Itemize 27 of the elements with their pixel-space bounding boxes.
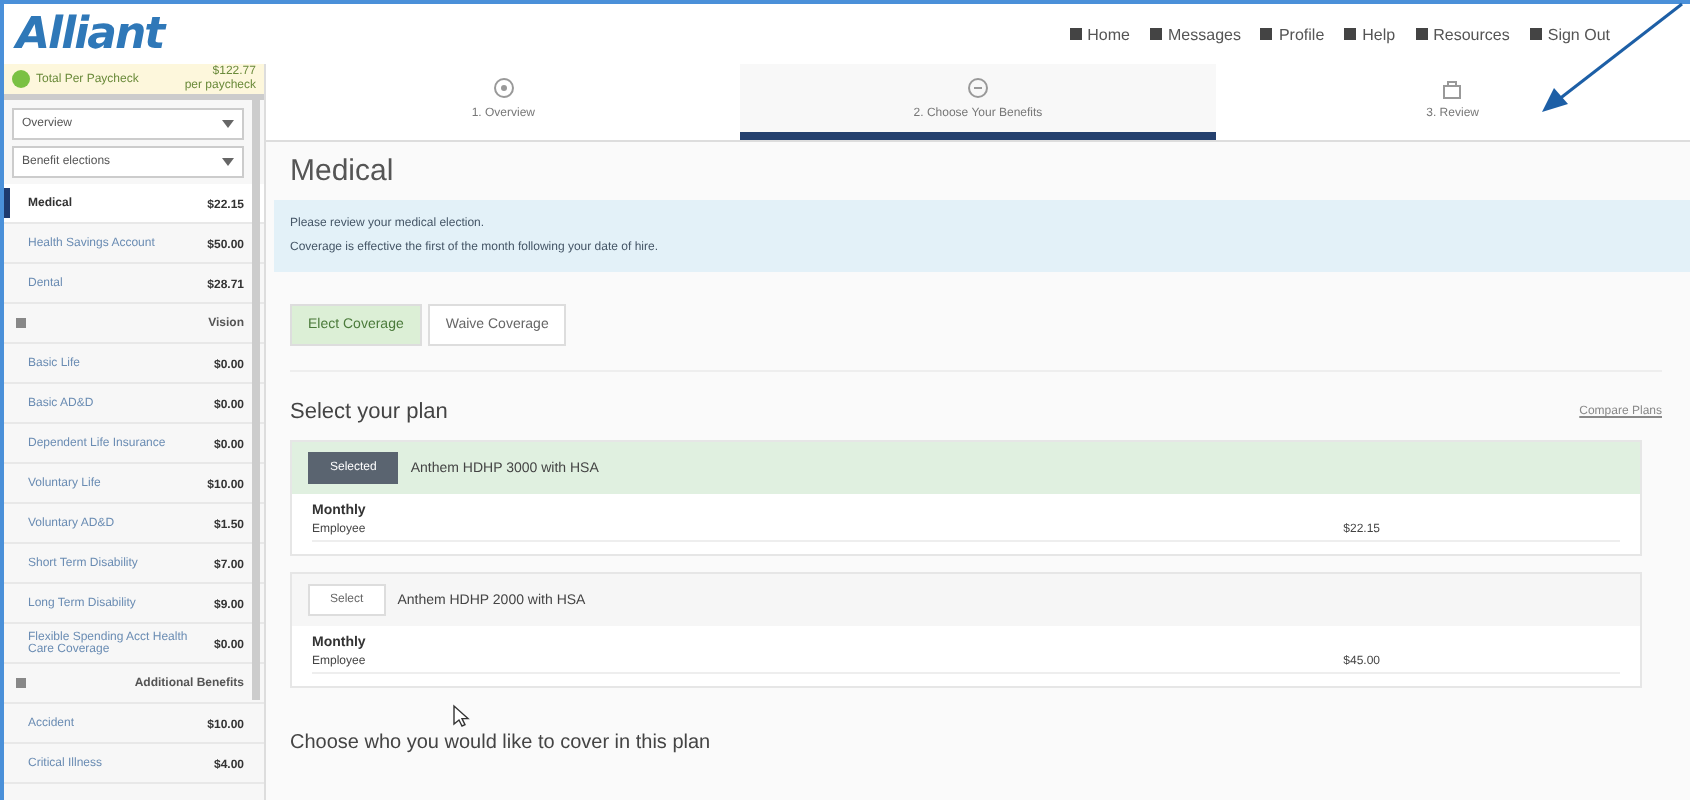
cursor-icon	[450, 704, 470, 728]
caret-icon	[222, 158, 234, 166]
step-icon	[965, 76, 990, 100]
nav-icon	[1415, 28, 1428, 40]
section-title: Select your plan	[290, 400, 448, 424]
nav-icon	[1150, 28, 1162, 40]
page-title: Medical	[290, 154, 396, 188]
arrow-drawing	[1542, 2, 1683, 112]
nav-link[interactable]: Home	[1069, 25, 1130, 43]
nav-link[interactable]: Messages	[1150, 25, 1241, 43]
nav-link[interactable]: Help	[1344, 25, 1396, 43]
step-icon	[491, 76, 516, 100]
checkbox-icon	[16, 318, 26, 328]
caret-icon	[222, 120, 234, 128]
nav-icon	[1529, 28, 1542, 40]
step-icon	[1440, 76, 1465, 100]
nav-icon	[1344, 28, 1357, 40]
nav-link[interactable]: Resources	[1415, 25, 1510, 43]
nav-icon	[1260, 28, 1273, 40]
logo: Alliant	[16, 9, 164, 59]
check-icon	[12, 70, 30, 88]
nav-link[interactable]: Profile	[1260, 25, 1325, 43]
checkbox-icon	[16, 678, 26, 688]
nav-icon	[1069, 28, 1082, 40]
nav-link[interactable]: Sign Out	[1529, 25, 1610, 43]
scrollbar[interactable]	[252, 100, 260, 700]
section-title: Choose who you would like to cover in this plan	[290, 732, 711, 754]
